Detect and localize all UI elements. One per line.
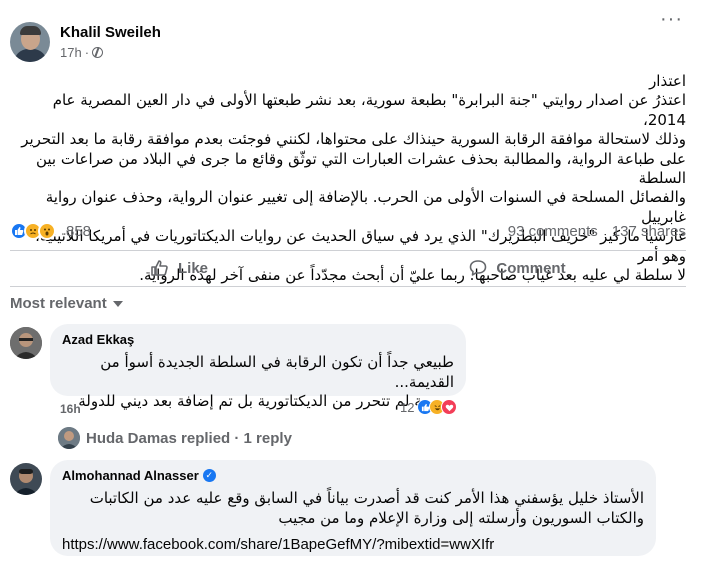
author-avatar[interactable] — [10, 22, 50, 62]
view-replies-link[interactable]: Huda Damas replied · 1 reply — [58, 427, 292, 449]
post-card: Khalil Sweileh 17h · ··· اعتذار اعتذرُ ع… — [0, 0, 701, 561]
author-name[interactable]: Khalil Sweileh — [60, 24, 161, 41]
comment-sort-dropdown[interactable]: Most relevant — [10, 295, 123, 312]
post-line: وذلك لاستحالة موافقة الرقابة السورية حين… — [21, 130, 686, 149]
replier-avatar — [58, 427, 80, 449]
commenter-avatar[interactable] — [10, 463, 42, 495]
post-line: على طباعة الرواية، والمطالبة بحذف عشرات … — [35, 149, 686, 188]
chevron-down-icon — [112, 300, 123, 307]
post-header: Khalil Sweileh 17h · — [10, 22, 161, 62]
commenter-name[interactable]: Azad Ekkaş — [62, 332, 454, 347]
stat-right: 93 comments 137 shares — [508, 223, 686, 240]
comment-button[interactable]: Comment — [348, 253, 686, 283]
reply-summary: Huda Damas replied · 1 reply — [86, 429, 292, 447]
comment-bubble: Azad Ekkaş طبيعي جداً أن تكون الرقابة في… — [50, 324, 466, 410]
comment-bubble: Almohannad Alnasser ✓ الأستاذ خليل يؤسفن… — [50, 460, 656, 556]
more-options-icon[interactable]: ··· — [660, 8, 683, 31]
comment-text: طبيعي جداً أن تكون الرقابة في السلطة الج… — [78, 353, 454, 410]
thumbs-up-icon — [151, 260, 168, 276]
sort-label: Most relevant — [10, 295, 107, 312]
comment-text: الأستاذ خليل يؤسفني هذا الأمر كنت قد أصد… — [89, 489, 644, 527]
author-block: Khalil Sweileh 17h · — [60, 24, 161, 60]
post-actions: Like Comment — [10, 253, 686, 283]
divider — [10, 286, 686, 287]
wow-icon — [38, 222, 56, 240]
shares-count[interactable]: 137 shares — [612, 223, 686, 240]
post-line: اعتذرُ عن اصدار روايتي "جنة البرابرة" بط… — [52, 91, 686, 129]
comment-time[interactable]: 16h — [60, 402, 81, 416]
like-label: Like — [177, 259, 208, 277]
comment-icon — [470, 260, 487, 276]
post-meta: 17h · — [60, 45, 161, 60]
post-line: اعتذار — [649, 72, 686, 90]
comment-label: Comment — [496, 259, 566, 277]
comment-reactions[interactable]: 12 — [400, 399, 458, 415]
commenter-name-row: Almohannad Alnasser ✓ — [62, 468, 644, 483]
commenter-avatar[interactable] — [10, 327, 42, 359]
like-button[interactable]: Like — [10, 253, 348, 283]
comments-count[interactable]: 93 comments — [508, 223, 598, 240]
comment-link[interactable]: https://www.facebook.com/share/1BapeGefM… — [62, 536, 644, 553]
post-stats: 858 93 comments 137 shares — [10, 220, 686, 242]
verified-badge-icon: ✓ — [202, 469, 216, 482]
reaction-count: 858 — [66, 222, 92, 240]
globe-icon — [92, 47, 104, 58]
heart-icon — [441, 399, 458, 415]
comment-reaction-count: 12 — [400, 399, 415, 415]
divider — [10, 250, 686, 251]
commenter-name[interactable]: Almohannad Alnasser — [62, 468, 199, 483]
post-time[interactable]: 17h — [60, 45, 82, 60]
reactions-summary[interactable]: 858 — [10, 222, 91, 240]
